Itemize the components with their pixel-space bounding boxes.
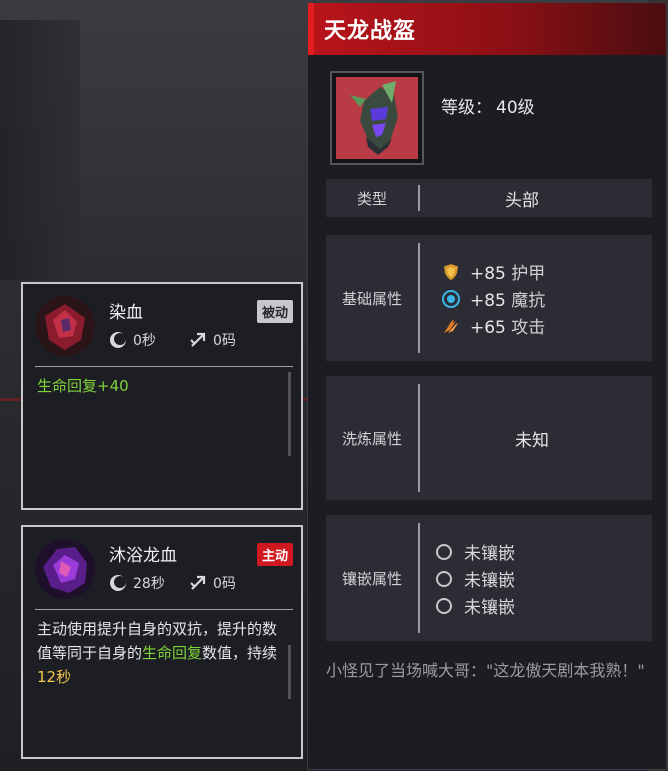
cooldown-value: 28秒 — [133, 576, 165, 592]
cooldown-icon — [110, 332, 126, 348]
socket-slot-label: 未镶嵌 — [464, 544, 515, 564]
background-building — [0, 20, 80, 280]
item-summary: 等级： 40级 — [308, 55, 666, 167]
range: 0码 — [189, 330, 236, 350]
refine-attributes-label: 洗炼属性 — [341, 429, 402, 448]
base-attributes-row: 基础属性 +85 护甲 +85 魔抗 +65 攻击 — [326, 235, 652, 361]
stat-attack-name: 攻击 — [511, 318, 546, 338]
socket-list: 未镶嵌 未镶嵌 未镶嵌 — [422, 515, 652, 641]
stat-attack-value: +65 — [470, 318, 506, 338]
dragon-helmet-icon — [336, 77, 418, 159]
stat-armor-value: +85 — [470, 264, 506, 284]
stat-armor-text: +85 护甲 — [470, 259, 545, 284]
empty-socket-icon — [436, 543, 452, 560]
card-separator — [35, 609, 293, 610]
heal-bonus-text: 生命回复+40 — [37, 377, 129, 395]
stat-armor-name: 护甲 — [511, 264, 546, 284]
skill-description: 主动使用提升自身的双抗，提升的数值等同于自身的生命回复数值，持续12秒 — [37, 617, 285, 689]
active-badge: 主动 — [256, 543, 293, 566]
active-skill-card: 沐浴龙血 主动 28秒 0码 主动使用提升自身的双抗，提升的数值等同于自身的生命… — [21, 525, 303, 759]
stat-attack: +65 攻击 — [442, 313, 545, 338]
card-separator — [35, 366, 293, 367]
passive-badge: 被动 — [256, 300, 293, 323]
range: 0码 — [189, 573, 236, 593]
refine-attributes-row: 洗炼属性 未知 — [326, 376, 652, 500]
heal-keyword: 生命回复 — [142, 644, 203, 662]
socket-slot[interactable]: 未镶嵌 — [436, 593, 515, 618]
equipment-tooltip: 天龙战盔 等级： 40级 类型 头部 基础属性 +85 护甲 +85 魔抗 +6… — [307, 2, 667, 770]
cooldown: 28秒 — [109, 573, 165, 593]
socket-slot[interactable]: 未镶嵌 — [436, 539, 515, 564]
stat-magic-resist: +85 魔抗 — [442, 286, 545, 311]
type-row: 类型 头部 — [326, 179, 652, 217]
flavor-text: 小怪见了当场喊大哥："这龙傲天剧本我熟！" — [326, 661, 645, 680]
stat-magic-resist-value: +85 — [470, 291, 506, 311]
socket-slot[interactable]: 未镶嵌 — [436, 566, 515, 591]
refine-attributes-value: 未知 — [515, 430, 549, 451]
item-icon-frame[interactable] — [330, 71, 424, 165]
passive-skill-card: 染血 被动 0秒 0码 生命回复+40 — [21, 282, 303, 510]
magic-resist-icon — [442, 289, 460, 308]
level-value: 40级 — [496, 98, 535, 118]
skill-description: 生命回复+40 — [37, 374, 285, 398]
scrollbar[interactable] — [288, 645, 291, 699]
item-level: 等级： 40级 — [441, 93, 535, 118]
stat-attack-text: +65 攻击 — [470, 313, 545, 338]
attack-claw-icon — [442, 317, 460, 335]
cooldown: 0秒 — [109, 330, 156, 350]
duration-keyword: 12秒 — [37, 668, 72, 686]
range-arrow-icon — [190, 575, 206, 590]
skill-name: 染血 — [109, 303, 143, 323]
range-arrow-icon — [190, 332, 206, 347]
equipment-title: 天龙战盔 — [324, 19, 417, 44]
empty-socket-icon — [436, 597, 452, 614]
base-attributes-list: +85 护甲 +85 魔抗 +65 攻击 — [422, 235, 652, 361]
stat-armor: +85 护甲 — [442, 259, 545, 284]
level-label: 等级： — [441, 98, 492, 118]
row-divider — [418, 523, 420, 633]
cooldown-icon — [110, 575, 126, 591]
type-value: 头部 — [505, 190, 539, 211]
range-value: 0码 — [213, 576, 236, 592]
armor-shield-icon — [442, 263, 460, 281]
description-text: 数值，持续 — [202, 644, 278, 662]
socket-slot-label: 未镶嵌 — [464, 598, 515, 618]
socket-slot-label: 未镶嵌 — [464, 571, 515, 591]
empty-socket-icon — [436, 570, 452, 587]
base-attributes-label: 基础属性 — [341, 289, 402, 308]
stat-magic-resist-name: 魔抗 — [511, 291, 546, 311]
range-value: 0码 — [213, 333, 236, 349]
skill-name: 沐浴龙血 — [109, 546, 177, 566]
cooldown-value: 0秒 — [133, 333, 156, 349]
row-divider — [418, 243, 420, 353]
socket-attributes-label: 镶嵌属性 — [341, 569, 402, 588]
blood-stain-skill-icon — [35, 296, 95, 356]
socket-attributes-row: 镶嵌属性 未镶嵌 未镶嵌 未镶嵌 — [326, 515, 652, 641]
stat-magic-resist-text: +85 魔抗 — [470, 286, 545, 311]
scrollbar[interactable] — [288, 372, 291, 456]
dragon-blood-skill-icon — [35, 539, 95, 599]
equipment-header: 天龙战盔 — [308, 3, 666, 55]
